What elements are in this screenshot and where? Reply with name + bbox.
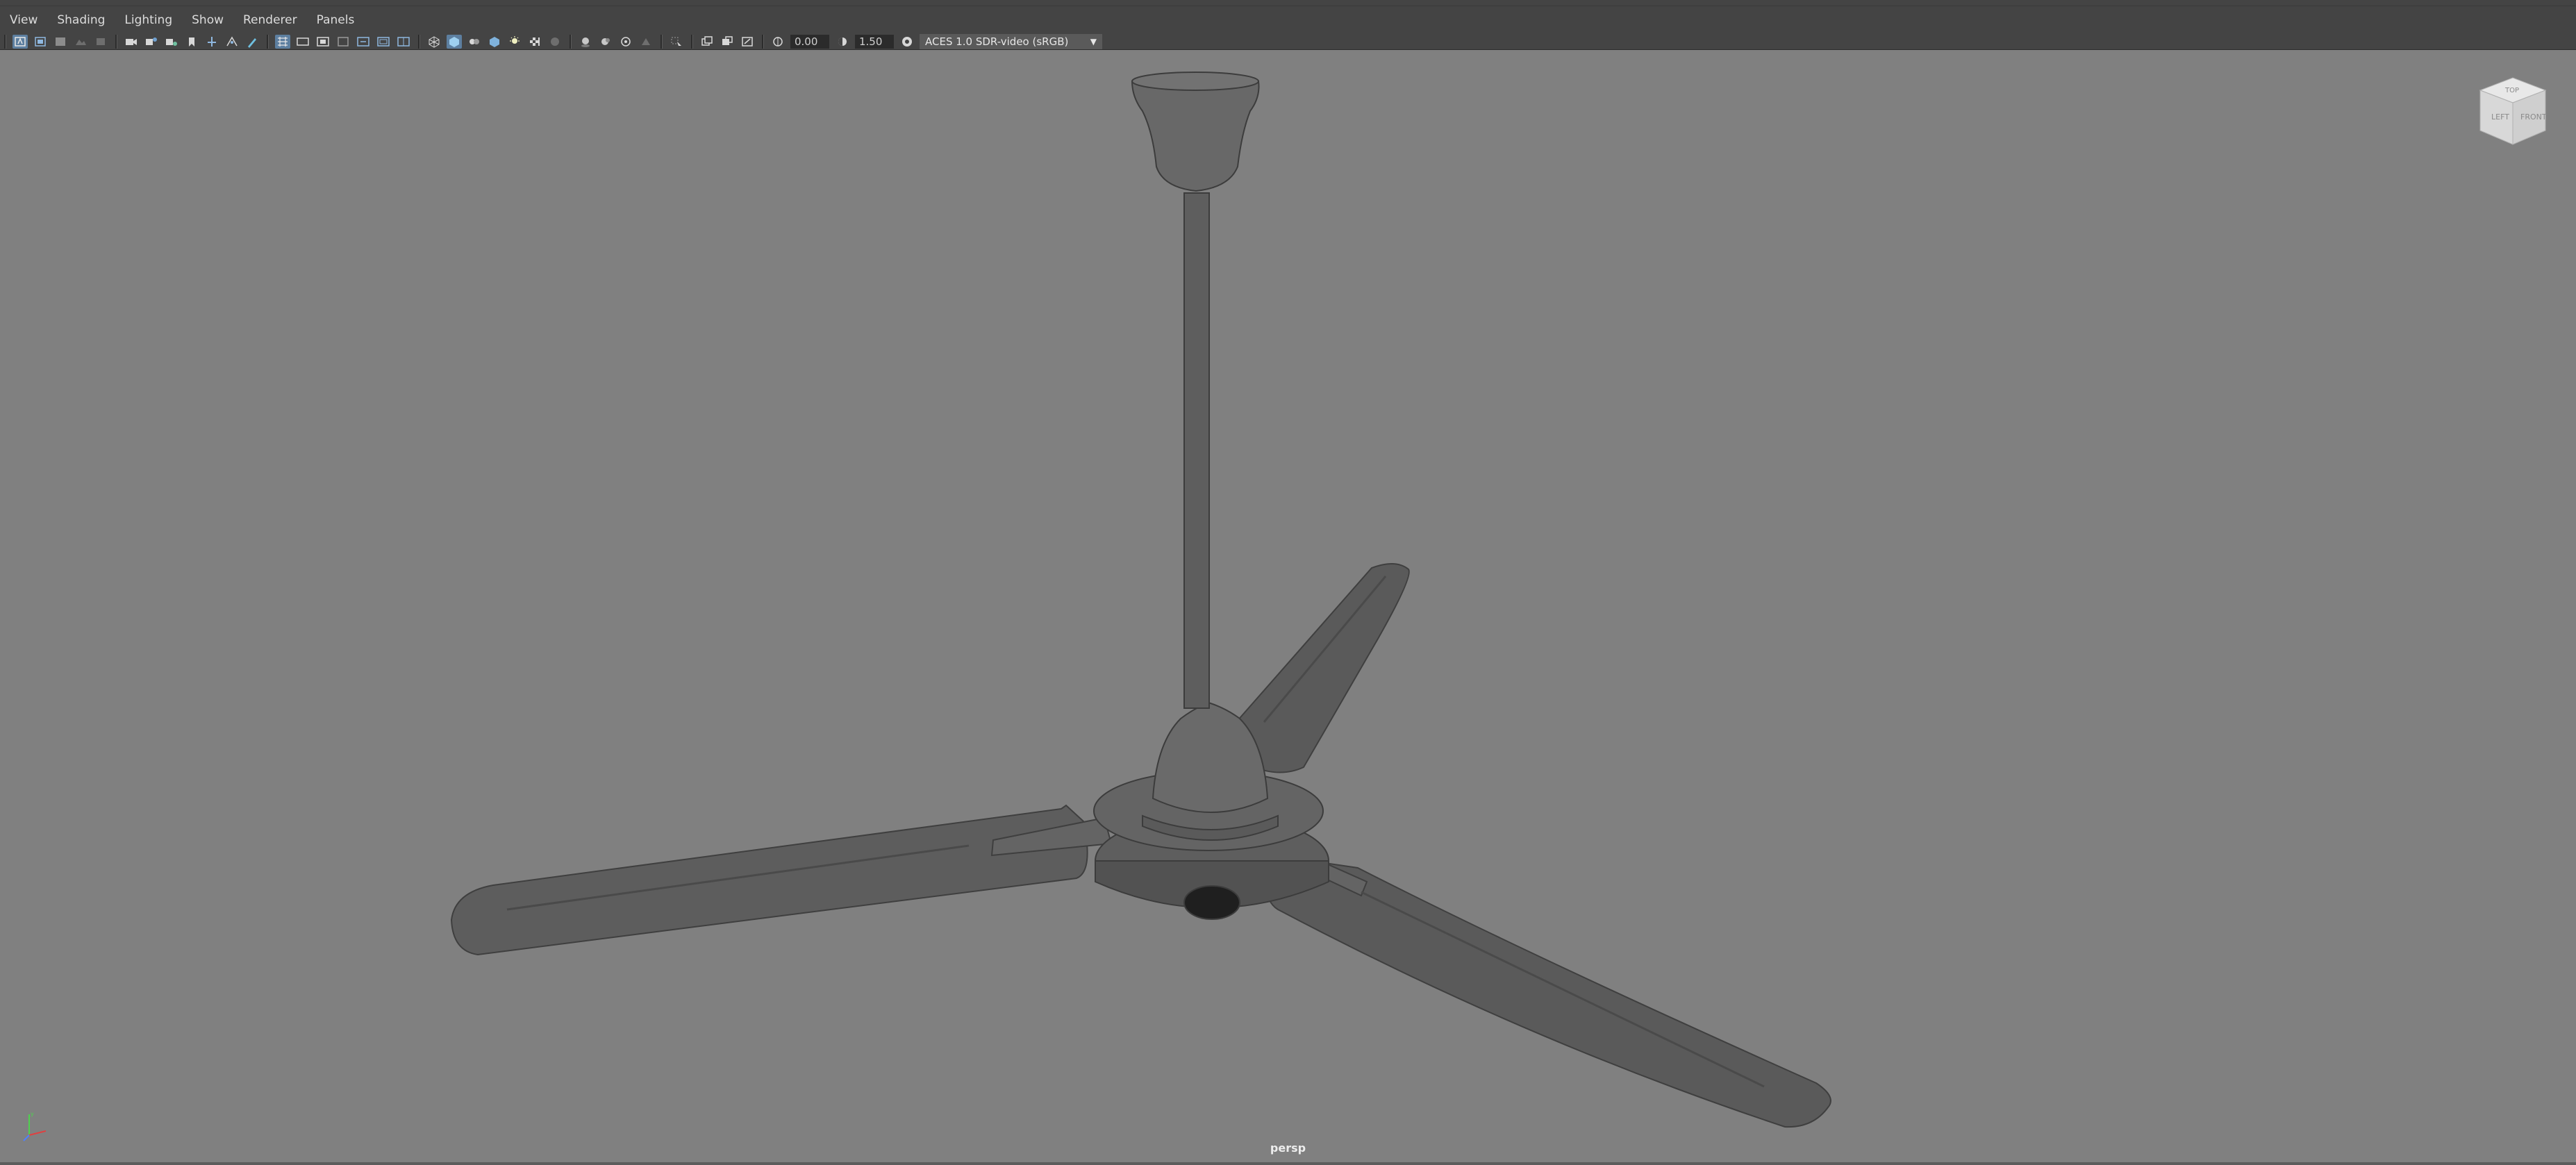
view-cube-left-face[interactable]: LEFT [2491, 112, 2509, 121]
canopy-top [1131, 72, 1259, 91]
view-cube[interactable]: LEFT FRONT TOP [2475, 75, 2551, 147]
viewport-bottom-border [0, 1162, 2576, 1165]
svg-text:y: y [31, 1111, 34, 1117]
fan-blade-left [450, 804, 1088, 956]
fan-blade-back [1235, 563, 1410, 773]
camera-name-label: persp [1270, 1141, 1306, 1155]
axis-gizmo-icon: y [21, 1109, 49, 1142]
downrod [1183, 192, 1210, 709]
view-cube-top-face[interactable]: TOP [2504, 87, 2519, 94]
motor-housing-bottom [1183, 885, 1240, 920]
canopy [1131, 81, 1260, 192]
fan-blade-right [1263, 853, 1831, 1128]
blade-rib-right [1361, 891, 1765, 1088]
ceiling-fan-model[interactable] [0, 0, 2576, 1165]
view-cube-front-face[interactable]: FRONT [2520, 112, 2547, 121]
